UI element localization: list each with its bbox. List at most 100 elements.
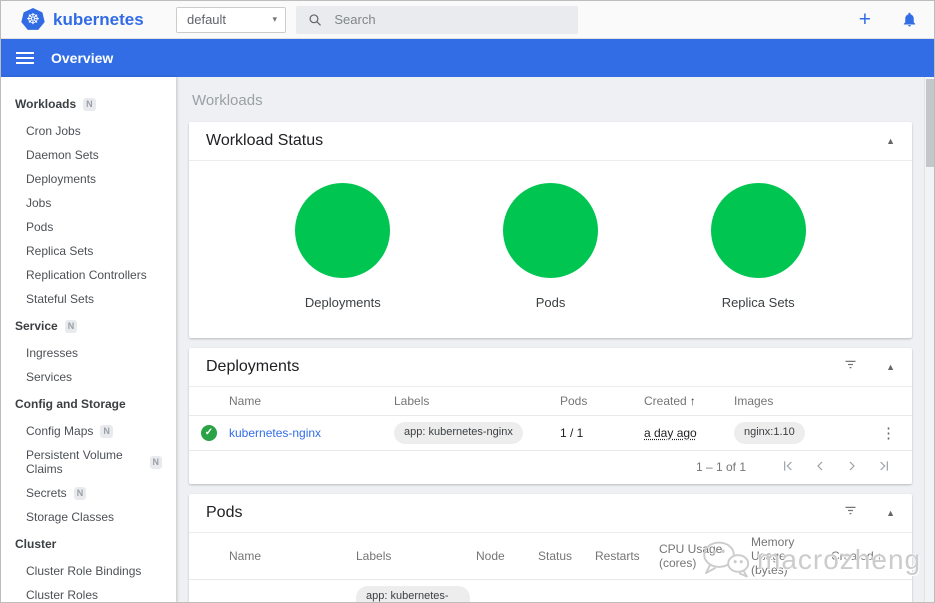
column-header-pods[interactable]: Pods [560, 394, 644, 408]
replica-sets-health-circle[interactable] [711, 183, 806, 278]
nav-label: Ingresses [26, 346, 78, 360]
first-page-icon[interactable] [774, 458, 802, 477]
nav-label: Cron Jobs [26, 124, 81, 138]
sidebar-item-storage-classes[interactable]: Storage Classes [1, 505, 176, 529]
chevron-down-icon: ▾ [272, 14, 277, 25]
column-header-memory-usage[interactable]: Memory Usage (bytes) [751, 535, 831, 577]
nav-label: Cluster [15, 537, 56, 551]
sidebar-item-cluster-role-bindings[interactable]: Cluster Role Bindings [1, 559, 176, 583]
chart-label: Deployments [305, 295, 381, 310]
sidebar-item-replication-controllers[interactable]: Replication Controllers [1, 263, 176, 287]
check-glyph: ✓ [205, 427, 213, 438]
column-header-label: Created [831, 549, 874, 563]
status-chart-replica-sets: Replica Sets [654, 183, 862, 310]
pagination-range-label: 1 – 1 of 1 [696, 460, 746, 474]
search-input[interactable] [334, 12, 566, 27]
sidebar-section-workloads[interactable]: Workloads N [1, 89, 176, 119]
sidebar-section-cluster[interactable]: Cluster [1, 529, 176, 559]
column-header-status[interactable]: Status [538, 549, 595, 563]
previous-page-icon[interactable] [806, 458, 834, 477]
kubernetes-brand[interactable]: ☸ kubernetes [21, 8, 176, 31]
new-badge: N [150, 456, 163, 469]
card-title: Pods [206, 504, 817, 522]
kubernetes-logo-icon: ☸ [21, 8, 45, 31]
check-circle-icon: ✓ [201, 425, 217, 441]
scrollbar-thumb[interactable] [926, 79, 934, 167]
column-header-restarts[interactable]: Restarts [595, 549, 659, 563]
nav-label: Replica Sets [26, 244, 93, 258]
column-header-name[interactable]: Name [229, 549, 356, 563]
card-title: Deployments [206, 358, 817, 376]
sidebar-item-pods[interactable]: Pods [1, 215, 176, 239]
pods-health-circle[interactable] [503, 183, 598, 278]
deployment-link[interactable]: kubernetes-nginx [229, 426, 321, 440]
section-heading: Workloads [192, 92, 912, 109]
deployment-name-cell: kubernetes-nginx [229, 426, 394, 440]
sidebar-item-services[interactable]: Services [1, 365, 176, 389]
menu-hamburger-icon[interactable] [16, 52, 34, 64]
nav-label: Services [26, 370, 72, 384]
labels-cell: app: kubernetes-nginx [394, 422, 560, 444]
vertical-scrollbar[interactable] [924, 77, 934, 603]
sidebar-item-config-maps[interactable]: Config MapsN [1, 419, 176, 443]
sidebar-item-stateful-sets[interactable]: Stateful Sets [1, 287, 176, 311]
column-header-created[interactable]: Created↑ [644, 394, 734, 408]
nav-label: Pods [26, 220, 53, 234]
filter-icon[interactable] [843, 357, 858, 377]
collapse-arrow-icon[interactable]: ▲ [886, 362, 895, 372]
collapse-arrow-icon[interactable]: ▲ [886, 508, 895, 518]
sidebar-item-cluster-roles[interactable]: Cluster Roles [1, 583, 176, 603]
label-chip: app: kubernetes-nginx [356, 586, 470, 603]
column-header-cpu-usage[interactable]: CPU Usage (cores) [659, 542, 751, 570]
status-chart-deployments: Deployments [239, 183, 447, 310]
image-chip: nginx:1.10 [734, 422, 805, 444]
column-header-created[interactable]: Created↑ [831, 549, 896, 563]
sidebar-item-jobs[interactable]: Jobs [1, 191, 176, 215]
kubernetes-dashboard: ☸ kubernetes default ▾ + Overview Worklo… [0, 0, 935, 603]
sidebar-item-secrets[interactable]: SecretsN [1, 481, 176, 505]
new-badge: N [74, 487, 87, 500]
page-toolbar: Overview [1, 39, 934, 77]
sidebar-section-config-and-storage[interactable]: Config and Storage [1, 389, 176, 419]
create-resource-button[interactable]: + [859, 8, 871, 32]
namespace-selector[interactable]: default ▾ [176, 7, 286, 33]
chart-label: Replica Sets [722, 295, 795, 310]
new-badge: N [83, 98, 96, 111]
sidebar-item-cron-jobs[interactable]: Cron Jobs [1, 119, 176, 143]
sidebar-item-ingresses[interactable]: Ingresses [1, 341, 176, 365]
search-bar[interactable] [296, 6, 578, 34]
sidebar-item-deployments[interactable]: Deployments [1, 167, 176, 191]
sidebar-section-service[interactable]: ServiceN [1, 311, 176, 341]
sidebar-item-persistent-volume-claims[interactable]: Persistent Volume Claims N [1, 443, 176, 481]
deployments-health-circle[interactable] [295, 183, 390, 278]
nav-label: Deployments [26, 172, 96, 186]
new-badge: N [65, 320, 78, 333]
next-page-icon[interactable] [838, 458, 866, 477]
deployments-table-header: Name Labels Pods Created↑ Images [189, 387, 912, 416]
nav-label: Persistent Volume Claims [26, 448, 143, 476]
namespace-value: default [187, 12, 226, 27]
nav-label: Cluster Role Bindings [26, 564, 141, 578]
nav-label: Config Maps [26, 424, 93, 438]
deployments-card: Deployments ▲ Name Labels Pods Created↑ … [189, 348, 912, 484]
nav-label: Storage Classes [26, 510, 114, 524]
label-chip: app: kubernetes-nginx [394, 422, 523, 444]
sidebar-item-replica-sets[interactable]: Replica Sets [1, 239, 176, 263]
kebab-menu-icon[interactable]: ⋮ [881, 424, 896, 442]
nav-label: Workloads [15, 97, 76, 111]
sidebar-item-daemon-sets[interactable]: Daemon Sets [1, 143, 176, 167]
column-header-name[interactable]: Name [229, 394, 394, 408]
deployments-pagination: 1 – 1 of 1 [189, 451, 912, 484]
column-header-labels[interactable]: Labels [356, 549, 476, 563]
filter-icon[interactable] [843, 503, 858, 523]
column-header-labels[interactable]: Labels [394, 394, 560, 408]
column-header-node[interactable]: Node [476, 549, 538, 563]
notifications-bell-icon[interactable] [901, 11, 918, 28]
images-cell: nginx:1.10 [734, 422, 876, 444]
column-header-images[interactable]: Images [734, 394, 876, 408]
collapse-arrow-icon[interactable]: ▲ [886, 136, 895, 146]
sort-ascending-icon: ↑ [690, 394, 696, 408]
last-page-icon[interactable] [870, 458, 898, 477]
nav-label: Replication Controllers [26, 268, 147, 282]
top-bar: ☸ kubernetes default ▾ + [1, 1, 934, 39]
